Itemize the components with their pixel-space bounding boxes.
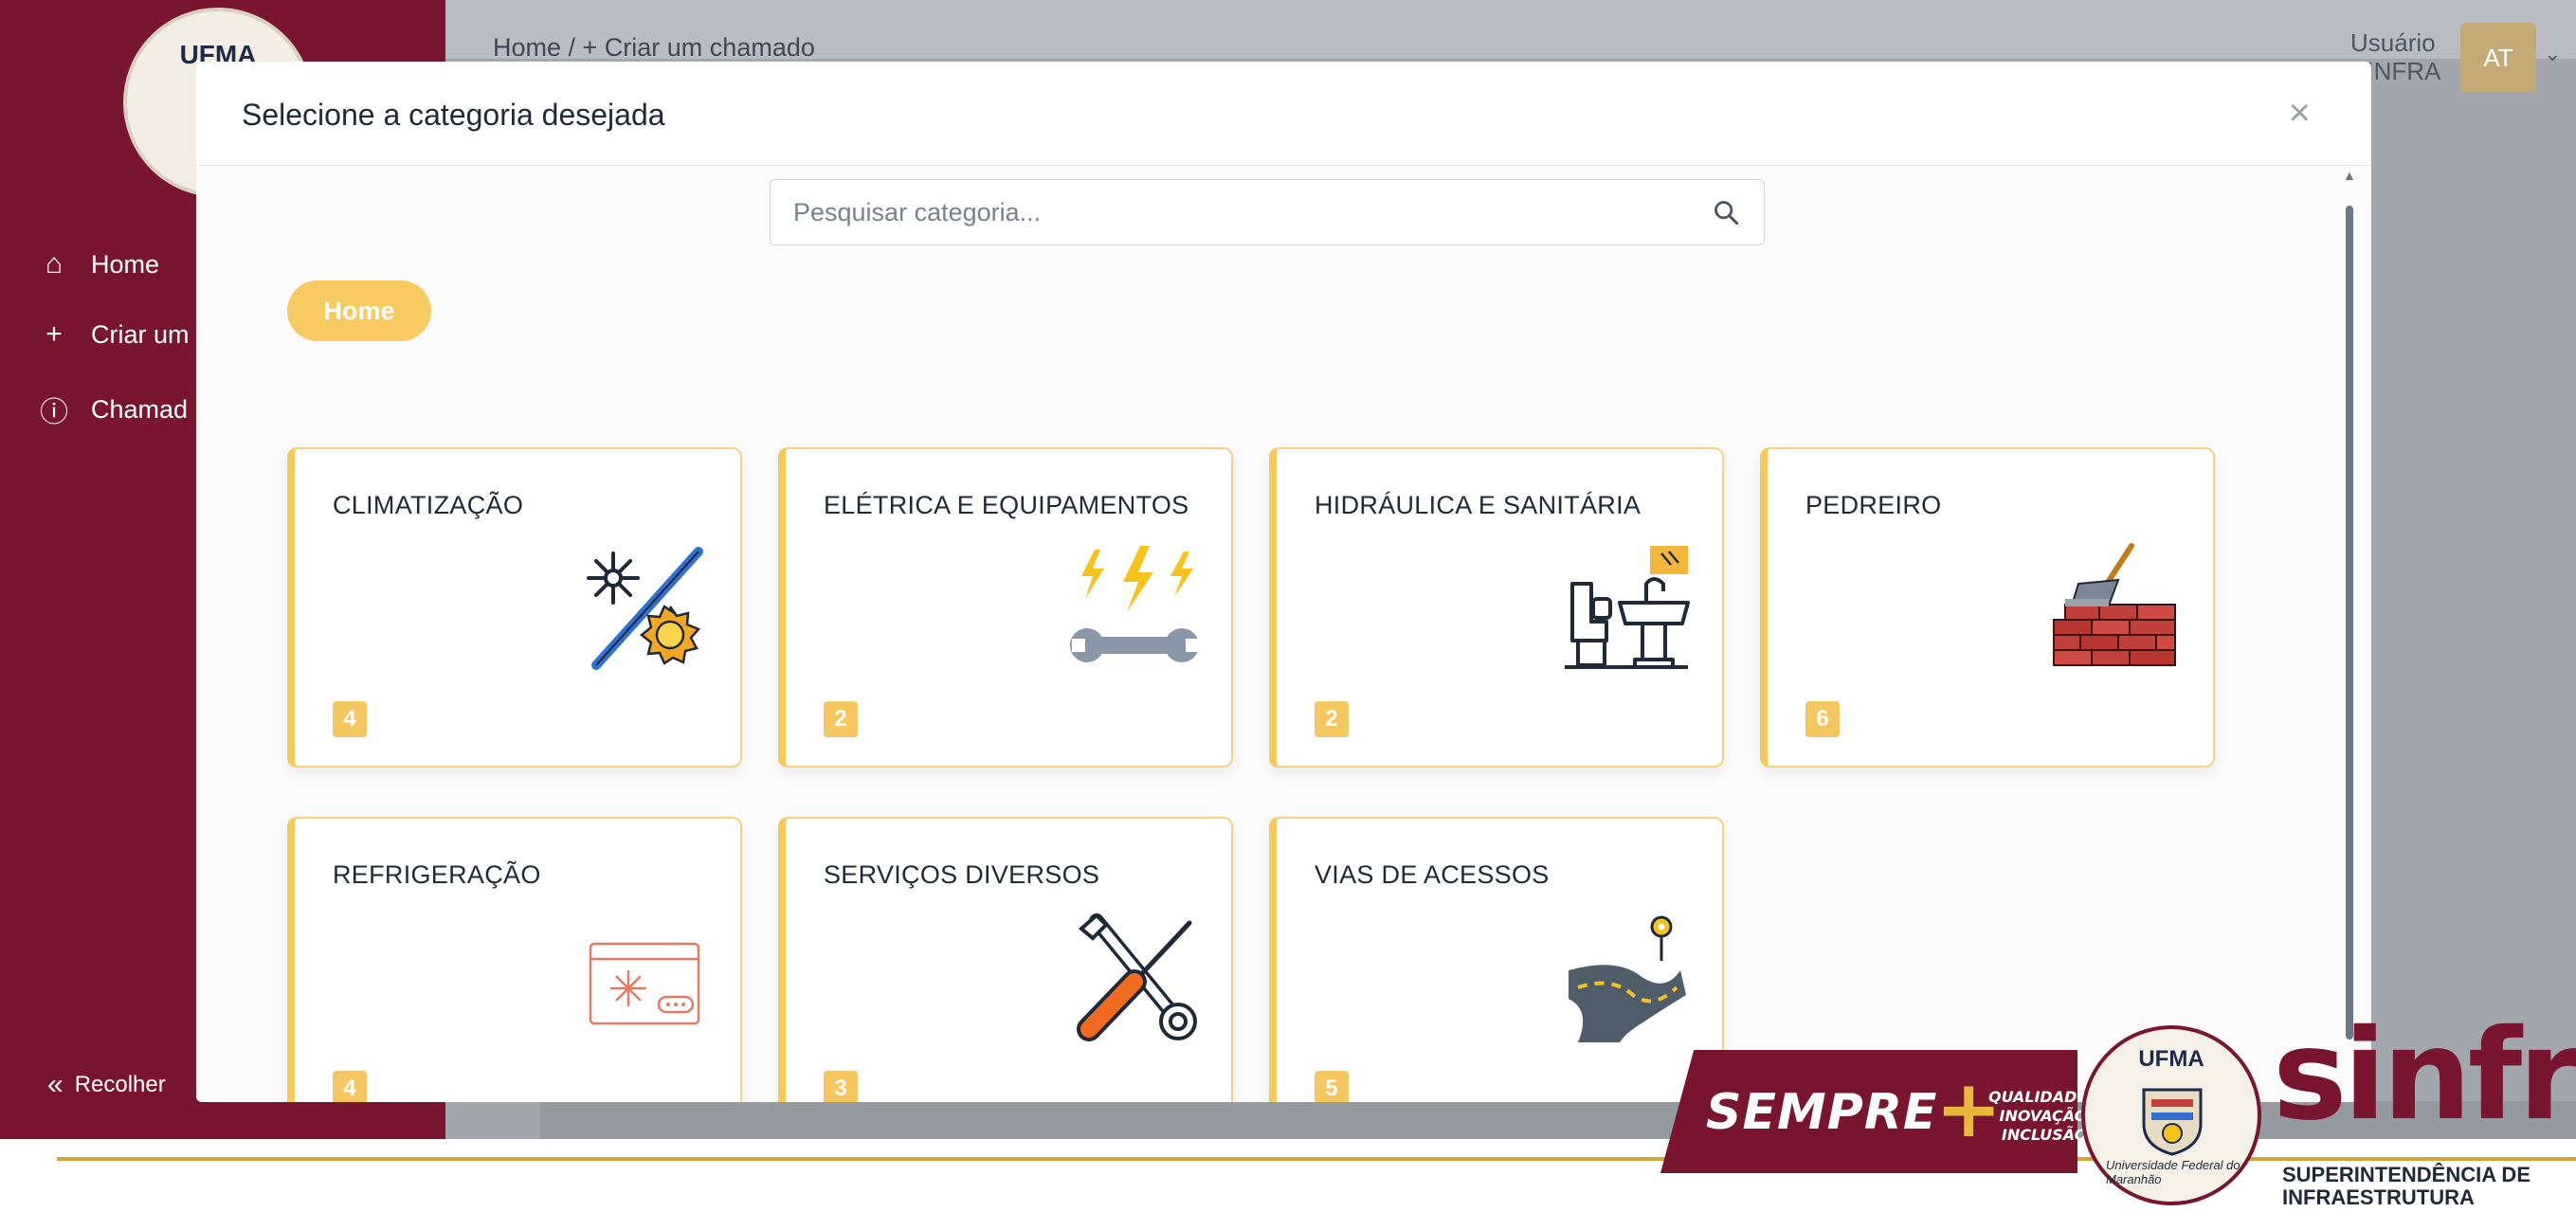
- sidebar-item-label: Criar um: [91, 319, 190, 349]
- sempre-tags: QUALIDADE INOVAÇÃO INCLUSÃO: [1988, 1088, 2087, 1145]
- search-icon[interactable]: [1713, 199, 1739, 226]
- wrench-screwdriver-icon: [1077, 913, 1197, 1041]
- sidebar-item-label: Home: [91, 249, 160, 279]
- modal-title: Selecione a categoria desejada: [242, 98, 665, 132]
- alert-circle-icon: ⓘ: [40, 397, 68, 428]
- search-box: [770, 179, 1765, 245]
- tag-inovacao: INOVAÇÃO: [1999, 1107, 2088, 1125]
- sidebar-item-label: Chamad: [91, 394, 189, 424]
- category-card-servicos[interactable]: SERVIÇOS DIVERSOS 3: [778, 817, 1233, 1102]
- sempre-text: SEMPRE: [1706, 1084, 1938, 1141]
- count-badge: 5: [1315, 1071, 1349, 1102]
- chevrons-left-icon: «: [47, 1069, 63, 1100]
- snowflake-sun-icon: [587, 547, 703, 670]
- road-pin-icon: [1569, 915, 1686, 1042]
- sidebar-item-criar[interactable]: + Criar um: [38, 318, 190, 351]
- category-card-vias[interactable]: VIAS DE ACESSOS 5: [1269, 817, 1724, 1102]
- topbar: Home / + Criar um chamado: [445, 0, 2576, 62]
- count-badge: 2: [1315, 701, 1349, 737]
- content-strip: [540, 1101, 2576, 1139]
- category-card-refrigeracao[interactable]: REFRIGERAÇÃO 4: [287, 817, 742, 1102]
- count-badge: 2: [824, 701, 858, 737]
- category-card-eletrica[interactable]: ELÉTRICA E EQUIPAMENTOS 2: [778, 447, 1233, 768]
- category-modal: Selecione a categoria desejada × Home CL…: [196, 62, 2371, 1102]
- coat-of-arms-icon: [2142, 1088, 2203, 1156]
- collapse-sidebar-button[interactable]: « Recolher: [47, 1069, 166, 1101]
- home-icon: ⌂: [45, 248, 63, 280]
- breadcrumb-pill-home[interactable]: Home: [287, 280, 431, 341]
- modal-scrollbar[interactable]: ▲: [2343, 168, 2356, 1100]
- modal-header: Selecione a categoria desejada ×: [196, 62, 2371, 166]
- card-title: HIDRÁULICA E SANITÁRIA: [1315, 491, 1642, 519]
- count-badge: 4: [333, 1071, 367, 1102]
- sidebar-item-home[interactable]: ⌂ Home: [38, 248, 159, 280]
- search-input[interactable]: [771, 180, 1680, 244]
- ufma-seal: UFMA Universidade Federal do Maranhão: [2081, 1025, 2261, 1205]
- card-title: SERVIÇOS DIVERSOS: [824, 860, 1100, 889]
- category-card-pedreiro[interactable]: PEDREIRO 6: [1760, 447, 2215, 768]
- count-badge: 6: [1805, 701, 1840, 737]
- air-conditioner-icon: [589, 942, 700, 1025]
- sinfra-logo: sinfra: [2273, 1003, 2576, 1149]
- brick-trowel-icon: [2053, 543, 2176, 666]
- scrollbar-thumb[interactable]: [2346, 206, 2353, 1040]
- breadcrumb[interactable]: Home / + Criar um chamado: [493, 33, 815, 63]
- tag-inclusao: INCLUSÃO: [2001, 1126, 2088, 1144]
- sinfra-subtitle: SUPERINTENDÊNCIA DE INFRAESTRUTURA: [2282, 1164, 2531, 1209]
- close-icon[interactable]: ×: [2289, 92, 2311, 135]
- count-badge: 4: [333, 701, 367, 737]
- lightning-wrench-icon: [1070, 546, 1199, 662]
- chevron-down-icon[interactable]: ⌄: [2544, 42, 2561, 66]
- plus-icon: +: [45, 318, 63, 350]
- avatar[interactable]: AT: [2460, 23, 2536, 93]
- user-label: Usuário: [2350, 28, 2436, 57]
- seal-arc-text: Universidade Federal do Maranhão: [2106, 1158, 2240, 1186]
- modal-body: Home CLIMATIZAÇÃO 4: [196, 166, 2371, 1102]
- seal-text: UFMA: [2138, 1046, 2204, 1072]
- sinfra-sub-line-1: SUPERINTENDÊNCIA DE: [2282, 1163, 2531, 1186]
- card-title: REFRIGERAÇÃO: [333, 860, 541, 889]
- category-card-climatizacao[interactable]: CLIMATIZAÇÃO 4: [287, 447, 742, 768]
- scroll-up-arrow-icon[interactable]: ▲: [2343, 168, 2356, 183]
- card-title: PEDREIRO: [1805, 491, 1942, 519]
- tag-qualidade: QUALIDADE: [1988, 1088, 2088, 1106]
- collapse-label: Recolher: [74, 1072, 166, 1097]
- card-title: CLIMATIZAÇÃO: [333, 491, 524, 519]
- card-title: ELÉTRICA E EQUIPAMENTOS: [824, 491, 1189, 519]
- card-title: VIAS DE ACESSOS: [1315, 860, 1550, 889]
- toilet-sink-icon: [1565, 546, 1690, 669]
- sinfra-sub-line-2: INFRAESTRUTURA: [2282, 1185, 2475, 1209]
- sidebar-item-chamados[interactable]: ⓘ Chamad: [38, 389, 188, 430]
- count-badge: 3: [824, 1071, 858, 1102]
- category-card-hidraulica[interactable]: HIDRÁULICA E SANITÁRIA 2: [1269, 447, 1724, 768]
